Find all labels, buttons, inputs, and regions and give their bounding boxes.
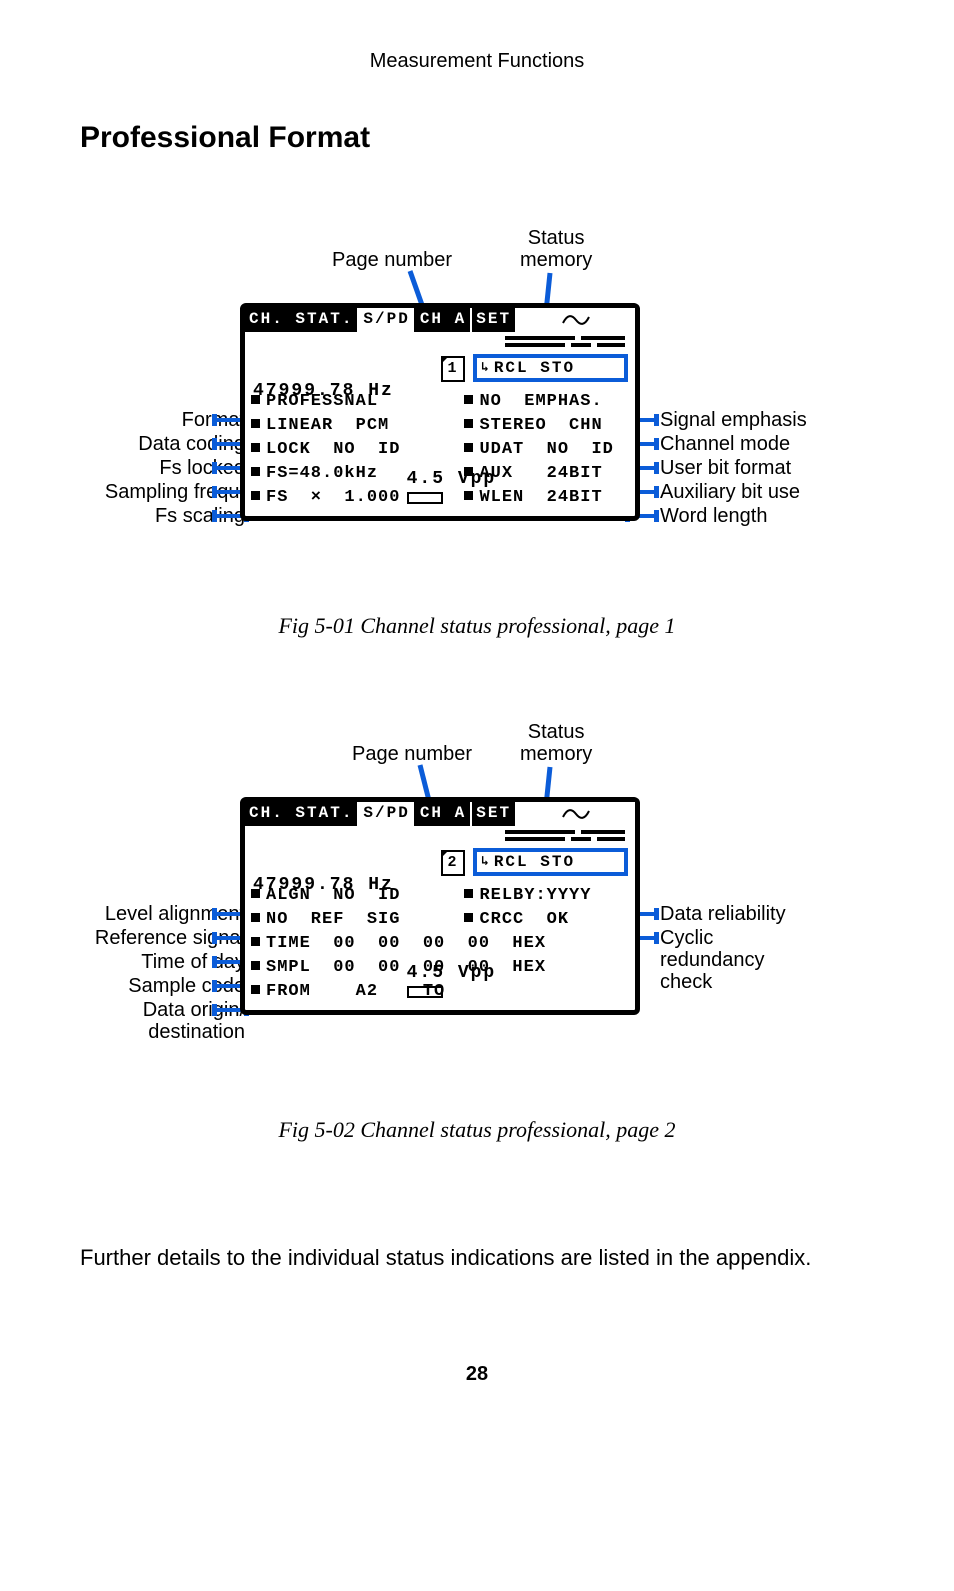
lcd-frequency: 47999.78 Hz bbox=[253, 380, 496, 402]
corner-arrow-icon: ↳ bbox=[481, 357, 491, 379]
titlebar-wave-icon bbox=[517, 308, 635, 332]
fig1-right-label-3: Auxiliary bit use bbox=[660, 481, 800, 503]
lcd-level: 4.5 Vpp bbox=[407, 963, 497, 983]
figure-2-caption: Fig 5-02 Channel status professional, pa… bbox=[80, 1117, 874, 1143]
fig1-callout-page-number: Page number bbox=[332, 249, 452, 271]
titlebar-set: SET bbox=[472, 802, 517, 826]
r3r: AUX 24BIT bbox=[479, 464, 602, 483]
titlebar-set: SET bbox=[472, 308, 517, 332]
rcl-sto-label: RCL STO bbox=[494, 357, 575, 379]
r4r: WLEN 24BIT bbox=[479, 488, 602, 507]
fig1-right-label-0: Signal emphasis bbox=[660, 409, 807, 431]
lcd-info-area: 47999.78 Hz 4.5 Vpp 1 ↳ bbox=[245, 332, 635, 388]
titlebar-cha: CH A bbox=[416, 802, 472, 826]
page-number-box: 2 bbox=[441, 850, 465, 876]
level-bar-icon bbox=[407, 492, 443, 504]
titlebar-wave-icon bbox=[517, 802, 635, 826]
figure-2: Page number Status memory Level alignmen… bbox=[80, 709, 880, 1089]
lcd-titlebar: CH. STAT. S/PD CH A SET bbox=[245, 308, 635, 332]
section-title: Professional Format bbox=[80, 121, 874, 155]
page-number-box: 1 bbox=[441, 356, 465, 382]
fig1-lcd: CH. STAT. S/PD CH A SET 47999.78 Hz 4.5 … bbox=[240, 303, 640, 521]
r1r: STEREO CHN bbox=[479, 416, 602, 435]
lcd-titlebar: CH. STAT. S/PD CH A SET bbox=[245, 802, 635, 826]
fig2-left-label-4: Data origin/ destination bbox=[143, 999, 245, 1043]
lcd-info-area: 47999.78 Hz 4.5 Vpp 2 ↳ R bbox=[245, 826, 635, 882]
rcl-sto-box: ↳ RCL STO bbox=[473, 848, 628, 876]
body-paragraph: Further details to the individual status… bbox=[80, 1243, 874, 1273]
fig2-right-label-1: Cyclic redundancy check bbox=[660, 927, 765, 993]
titlebar-title: CH. STAT. bbox=[245, 802, 359, 826]
figure-1: Page number Status memory Format Data co… bbox=[80, 215, 880, 585]
titlebar-spd: S/PD bbox=[359, 308, 415, 332]
fig2-top-callouts: Page number Status memory bbox=[80, 709, 880, 797]
page-number-value: 2 bbox=[447, 852, 458, 874]
page-number-value: 1 bbox=[447, 358, 458, 380]
fig1-callout-status-memory: Status memory bbox=[520, 227, 592, 271]
fig2-callout-page-number: Page number bbox=[352, 743, 472, 765]
lcd-frequency: 47999.78 Hz bbox=[253, 874, 496, 896]
fig2-callout-status-memory: Status memory bbox=[520, 721, 592, 765]
fig1-right-label-1: Channel mode bbox=[660, 433, 790, 455]
fig1-right-label-2: User bit format bbox=[660, 457, 791, 479]
fig1-right-label-4: Word length bbox=[660, 505, 767, 527]
lcd-level: 4.5 Vpp bbox=[407, 469, 497, 489]
running-head: Measurement Functions bbox=[80, 50, 874, 73]
fig1-top-callouts: Page number Status memory bbox=[80, 215, 880, 303]
titlebar-spd: S/PD bbox=[359, 802, 415, 826]
rcl-sto-label: RCL STO bbox=[494, 851, 575, 873]
page-footer-number: 28 bbox=[80, 1363, 874, 1386]
fig2-right-label-0: Data reliability bbox=[660, 903, 786, 925]
level-bar-icon bbox=[407, 986, 443, 998]
fig2-lcd: CH. STAT. S/PD CH A SET 47999.78 Hz 4.5 … bbox=[240, 797, 640, 1015]
rcl-sto-box: ↳ RCL STO bbox=[473, 354, 628, 382]
r0r: NO EMPHAS. bbox=[479, 392, 602, 411]
figure-1-caption: Fig 5-01 Channel status professional, pa… bbox=[80, 613, 874, 639]
corner-arrow-icon: ↳ bbox=[481, 851, 491, 873]
titlebar-title: CH. STAT. bbox=[245, 308, 359, 332]
r2r: UDAT NO ID bbox=[479, 440, 613, 459]
titlebar-cha: CH A bbox=[416, 308, 472, 332]
